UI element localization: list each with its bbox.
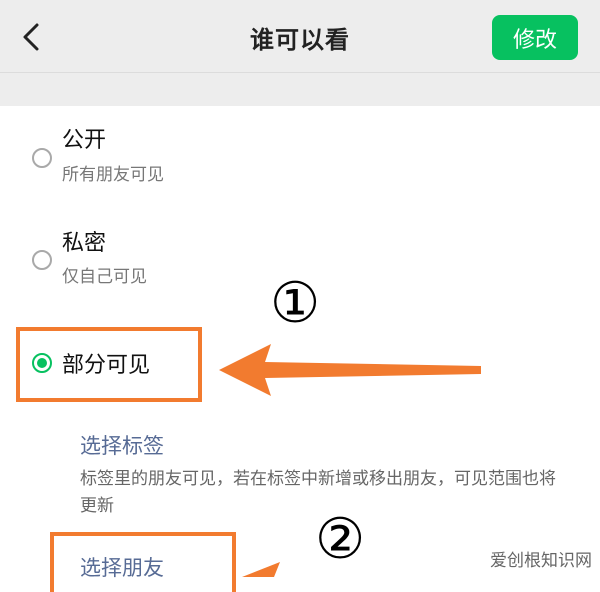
highlight-box-partial (16, 327, 202, 402)
option-private-title: 私密 (62, 231, 107, 256)
radio-private[interactable] (32, 250, 52, 270)
navigation-bar: 谁可以看 修改 (0, 0, 600, 73)
section-spacer (0, 73, 600, 106)
annotation-arrow-1 (219, 344, 481, 396)
option-public[interactable]: 公开 所有朋友可见 (0, 106, 600, 202)
watermark-text: 爱创根知识网 (490, 551, 592, 571)
option-public-title: 公开 (62, 128, 107, 153)
step-1-marker: ① (270, 271, 321, 336)
option-private-desc: 仅自己可见 (62, 267, 147, 287)
option-public-desc: 所有朋友可见 (62, 165, 164, 185)
select-tags-link[interactable]: 选择标签 (80, 430, 164, 460)
step-2-marker: ② (315, 507, 366, 572)
watermark: 爱创根知识网 (490, 546, 592, 571)
annotation-arrow-2 (242, 562, 280, 577)
highlight-box-friends (50, 532, 236, 592)
edit-button[interactable]: 修改 (492, 15, 578, 60)
radio-public[interactable] (32, 148, 52, 168)
